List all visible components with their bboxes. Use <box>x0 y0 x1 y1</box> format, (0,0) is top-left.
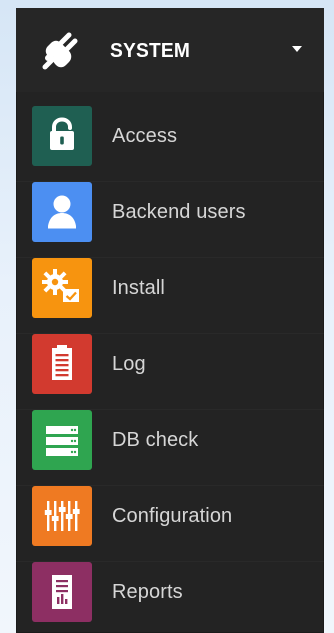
menu-item-db-check[interactable]: DB check <box>16 403 324 479</box>
sidebar-item-label: Install <box>112 277 165 299</box>
sidebar-item-label: DB check <box>112 429 199 451</box>
menu-item-log[interactable]: Log <box>16 327 324 403</box>
menu-item-reports[interactable]: Reports <box>16 555 324 631</box>
user-icon <box>32 182 92 242</box>
reports-tile <box>32 562 92 622</box>
plug-icon <box>42 32 78 70</box>
sidebar-item-label: Configuration <box>112 505 233 527</box>
chevron-down-icon[interactable] <box>292 46 302 52</box>
system-section-header[interactable]: SYSTEM <box>16 8 324 92</box>
sliders-icon <box>32 486 92 546</box>
page-title: SYSTEM <box>110 40 191 62</box>
system-menu-list: Access Backend users Install Log DB chec… <box>16 92 324 633</box>
access-tile <box>32 106 92 166</box>
db-check-tile <box>32 410 92 470</box>
gear-check-icon <box>32 258 92 318</box>
backend-users-tile <box>32 182 92 242</box>
log-tile <box>32 334 92 394</box>
sidebar-item-label: Access <box>112 125 178 147</box>
system-menu-panel: SYSTEM Access Backend users Install Log … <box>16 8 324 633</box>
unlock-icon <box>32 106 92 166</box>
menu-item-configuration[interactable]: Configuration <box>16 479 324 555</box>
sidebar-item-label: Reports <box>112 581 183 603</box>
report-chart-icon <box>32 562 92 622</box>
sidebar-item-label: Log <box>112 353 146 375</box>
configuration-tile <box>32 486 92 546</box>
install-tile <box>32 258 92 318</box>
menu-item-access[interactable]: Access <box>16 99 324 175</box>
clipboard-icon <box>32 334 92 394</box>
server-icon <box>32 410 92 470</box>
sidebar-item-label: Backend users <box>112 201 246 223</box>
menu-item-backend-users[interactable]: Backend users <box>16 175 324 251</box>
menu-item-install[interactable]: Install <box>16 251 324 327</box>
